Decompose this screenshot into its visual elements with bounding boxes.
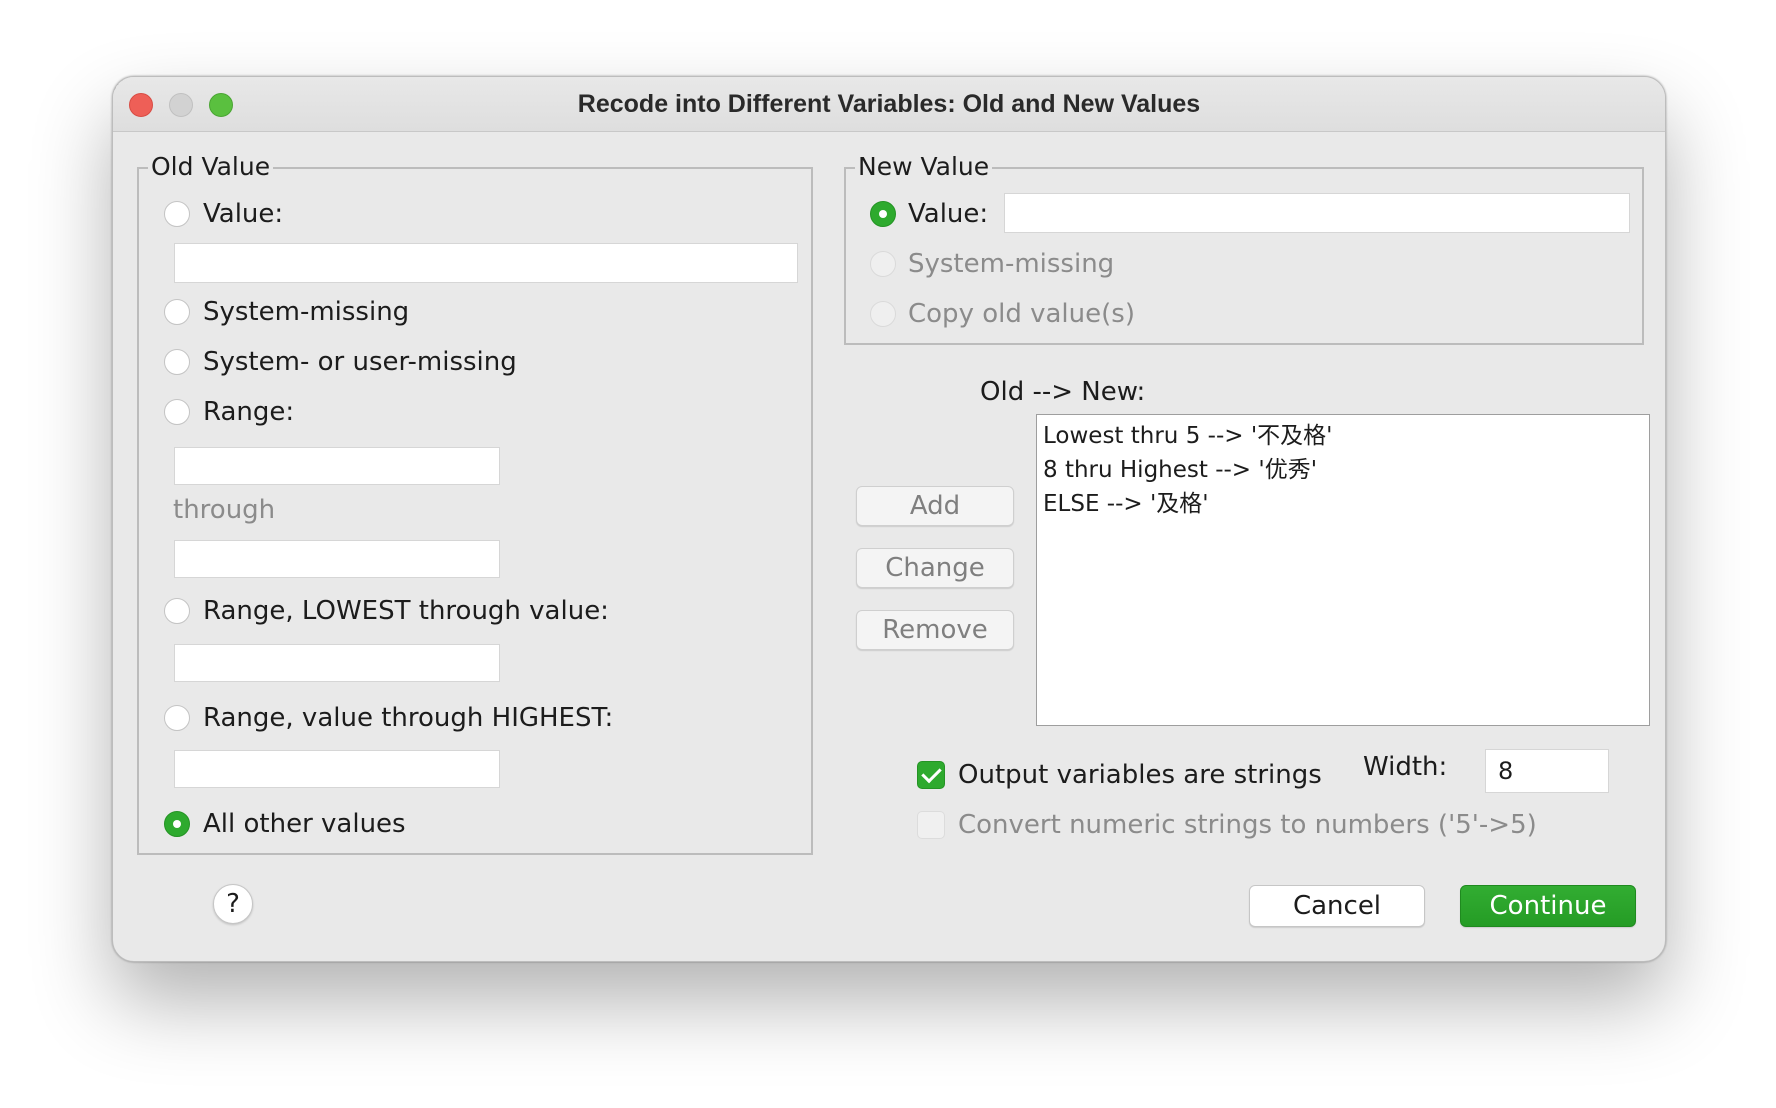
window-title: Recode into Different Variables: Old and…	[577, 90, 1201, 118]
old-system-or-user-missing-label: System- or user-missing	[203, 347, 517, 377]
new-value-input[interactable]	[1004, 193, 1630, 233]
width-input[interactable]: 8	[1485, 749, 1609, 793]
help-button[interactable]: ?	[213, 884, 253, 924]
new-copy-old-label: Copy old value(s)	[908, 299, 1135, 329]
old-value-legend: Old Value	[148, 152, 274, 182]
old-range-through-label: through	[173, 495, 276, 525]
add-button[interactable]: Add	[856, 486, 1014, 526]
output-strings-label: Output variables are strings	[958, 760, 1322, 790]
old-system-missing-label: System-missing	[203, 297, 410, 327]
old-value-label: Value:	[203, 199, 284, 229]
old-range-lowest-label: Range, LOWEST through value:	[203, 596, 609, 626]
old-range-lowest-input[interactable]	[174, 644, 500, 682]
output-strings-checkbox[interactable]	[917, 761, 945, 789]
recode-dialog: Recode into Different Variables: Old and…	[112, 76, 1666, 962]
old-range-radio[interactable]	[164, 399, 190, 425]
old-value-radio[interactable]	[164, 201, 190, 227]
convert-numeric-checkbox[interactable]	[917, 811, 945, 839]
new-copy-old-radio[interactable]	[870, 301, 896, 327]
old-new-mapping-list[interactable]: Lowest thru 5 --> '不及格' 8 thru Highest -…	[1036, 414, 1650, 726]
old-range-lowest-radio[interactable]	[164, 598, 190, 624]
old-range-from-input[interactable]	[174, 447, 500, 485]
mapping-list-item[interactable]: ELSE --> '及格'	[1043, 487, 1643, 521]
old-range-highest-label: Range, value through HIGHEST:	[203, 703, 614, 733]
old-value-input[interactable]	[174, 243, 798, 283]
new-value-radio[interactable]	[870, 201, 896, 227]
title-bar: Recode into Different Variables: Old and…	[113, 77, 1665, 132]
new-value-label: Value:	[908, 199, 989, 229]
width-label: Width:	[1363, 752, 1448, 782]
new-value-legend: New Value	[855, 152, 993, 182]
old-range-highest-input[interactable]	[174, 750, 500, 788]
continue-button[interactable]: Continue	[1460, 885, 1636, 927]
old-all-other-values-radio[interactable]	[164, 811, 190, 837]
change-button[interactable]: Change	[856, 548, 1014, 588]
mapping-list-item[interactable]: Lowest thru 5 --> '不及格'	[1043, 419, 1643, 453]
old-range-to-input[interactable]	[174, 540, 500, 578]
old-all-other-values-label: All other values	[203, 809, 406, 839]
remove-button[interactable]: Remove	[856, 610, 1014, 650]
old-system-missing-radio[interactable]	[164, 299, 190, 325]
old-system-or-user-missing-radio[interactable]	[164, 349, 190, 375]
old-new-label: Old --> New:	[980, 377, 1146, 407]
mapping-list-item[interactable]: 8 thru Highest --> '优秀'	[1043, 453, 1643, 487]
new-system-missing-label: System-missing	[908, 249, 1115, 279]
new-system-missing-radio[interactable]	[870, 251, 896, 277]
convert-numeric-label: Convert numeric strings to numbers ('5'-…	[958, 810, 1537, 840]
old-range-label: Range:	[203, 397, 295, 427]
old-range-highest-radio[interactable]	[164, 705, 190, 731]
cancel-button[interactable]: Cancel	[1249, 885, 1425, 927]
checkmark-icon	[921, 762, 942, 784]
